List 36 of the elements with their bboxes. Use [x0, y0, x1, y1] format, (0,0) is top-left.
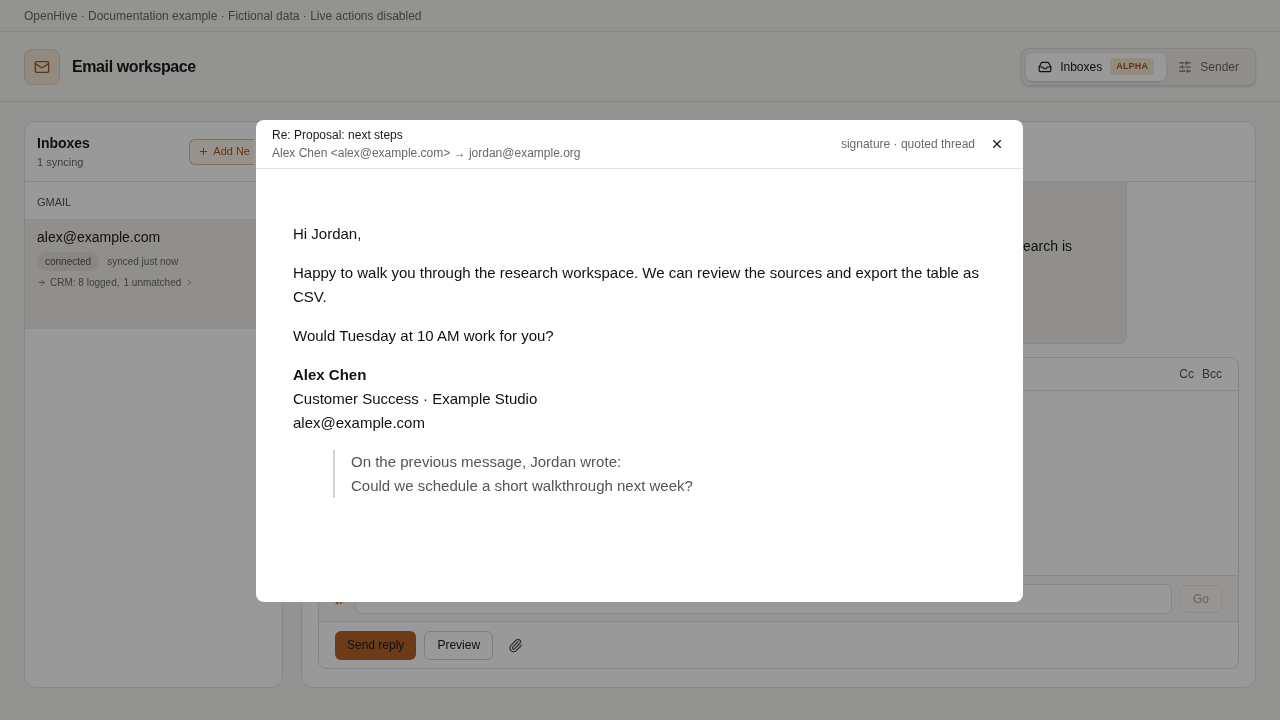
page-title: Email workspace	[72, 56, 196, 77]
sync-time: synced just now	[107, 254, 179, 269]
plus-icon	[198, 146, 210, 157]
body-paragraph: Would Tuesday at 10 AM work for you?	[293, 326, 555, 346]
group-label: GMAIL	[36, 195, 73, 210]
close-icon	[990, 137, 1004, 151]
account-email: alex@example.com	[37, 227, 162, 247]
preview-button[interactable]: Preview	[424, 630, 494, 660]
mail-icon	[24, 48, 60, 85]
message-text: earch is	[1023, 238, 1073, 254]
greeting-text: Hi Jordan,	[293, 224, 363, 244]
signature-line: Customer Success · Example Studio	[293, 389, 539, 409]
view-tab[interactable]: Inboxes ALPHA	[1026, 52, 1167, 81]
sliders-icon	[1178, 59, 1193, 74]
quote-line: Could we schedule a short walkthrough next week?	[351, 476, 694, 496]
crm-unmatched: 1 unmatched	[123, 275, 182, 290]
panel-title: Inboxes	[37, 133, 90, 153]
inbox-icon	[1038, 59, 1053, 74]
body-paragraph: Happy to walk you through the research workspace. We can review the sources and export the table as CSV.	[293, 263, 980, 307]
status-badge: connected	[37, 251, 100, 271]
banner-text: OpenHive · Documentation example · Fictional data · Live actions disabled	[24, 7, 422, 25]
dialog-subject: Re: Proposal: next steps	[272, 127, 404, 144]
quote-line: On the previous message, Jordan wrote:	[351, 452, 623, 472]
paperclip-icon	[507, 637, 523, 653]
view-tab[interactable]: Sender	[1166, 52, 1251, 81]
dialog-route: Alex Chen <alex@example.com> → jordan@example.org	[272, 145, 581, 162]
bcc-button[interactable]: Bcc	[1202, 365, 1222, 383]
crm-logged: CRM: 8 logged,	[50, 275, 120, 290]
signature-line: alex@example.com	[293, 413, 426, 433]
alpha-badge: ALPHA	[1110, 57, 1155, 76]
arrow-icon	[37, 277, 46, 287]
sync-count: 1 syncing	[37, 154, 85, 170]
add-inbox-button[interactable]: Add Ne	[189, 138, 254, 165]
dialog-meta: signature · quoted thread	[840, 136, 975, 153]
signature-name: Alex Chen	[293, 365, 368, 385]
cc-button[interactable]: Cc	[1179, 365, 1194, 383]
